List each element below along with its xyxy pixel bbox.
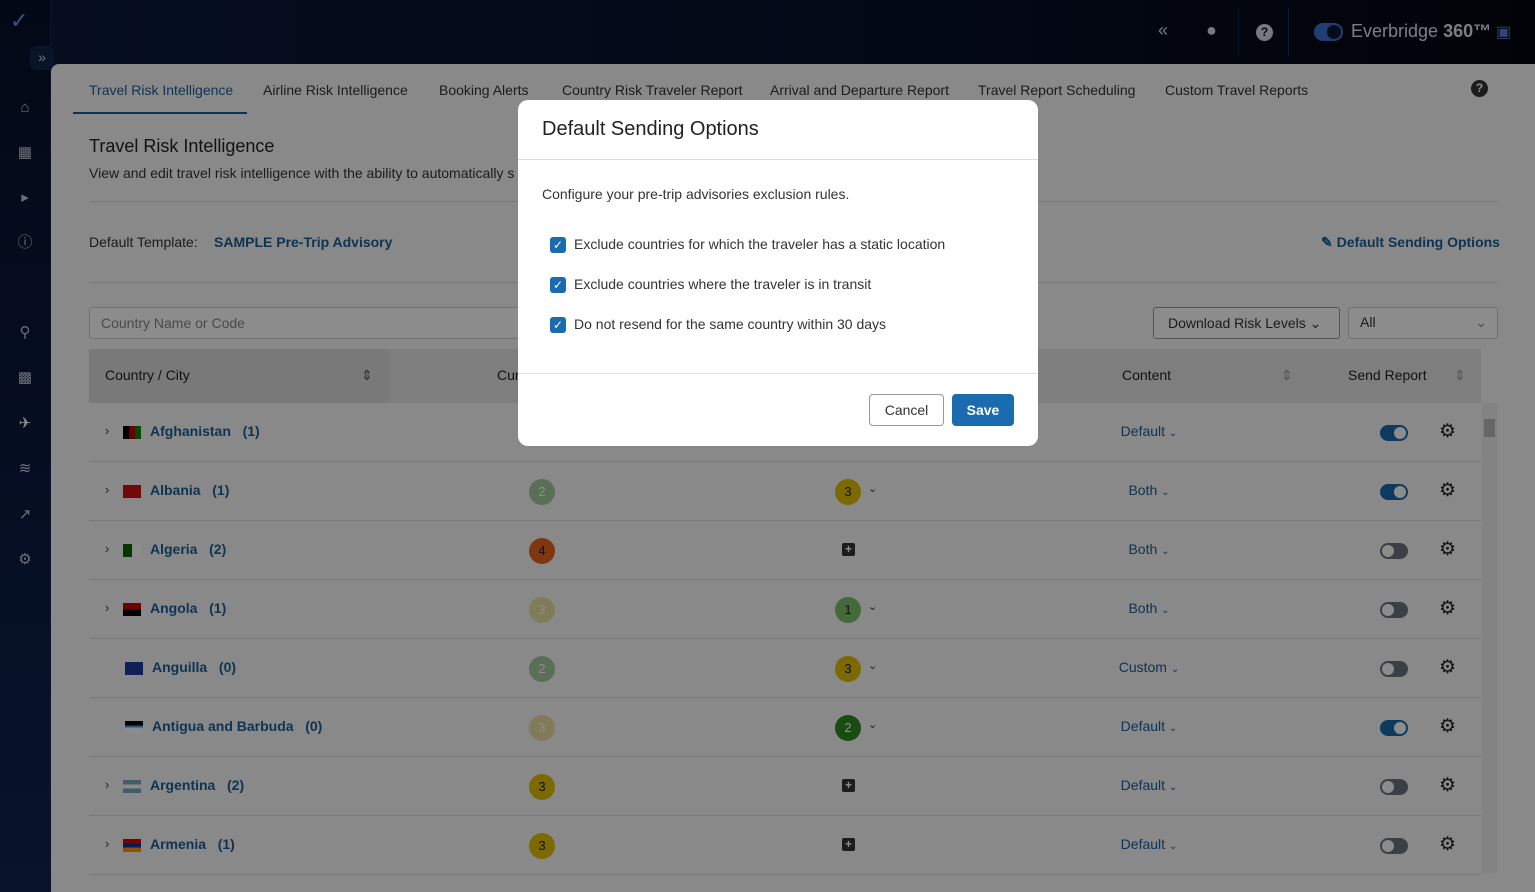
checkbox-checked-icon[interactable]: ✓ xyxy=(550,277,566,294)
divider xyxy=(518,373,1038,374)
checkbox-checked-icon[interactable]: ✓ xyxy=(550,317,566,334)
modal-title: Default Sending Options xyxy=(542,118,759,140)
save-button[interactable]: Save xyxy=(952,394,1014,426)
modal-description: Configure your pre-trip advisories exclu… xyxy=(542,186,850,202)
checkbox-checked-icon[interactable]: ✓ xyxy=(550,237,566,254)
option-in-transit[interactable]: ✓ Exclude countries where the traveler is… xyxy=(550,276,871,294)
option-no-resend[interactable]: ✓ Do not resend for the same country with… xyxy=(550,316,886,334)
option-static-location[interactable]: ✓ Exclude countries for which the travele… xyxy=(550,236,945,254)
divider xyxy=(518,159,1038,160)
default-sending-options-modal: Default Sending Options Configure your p… xyxy=(518,100,1038,446)
cancel-button[interactable]: Cancel xyxy=(869,394,944,426)
